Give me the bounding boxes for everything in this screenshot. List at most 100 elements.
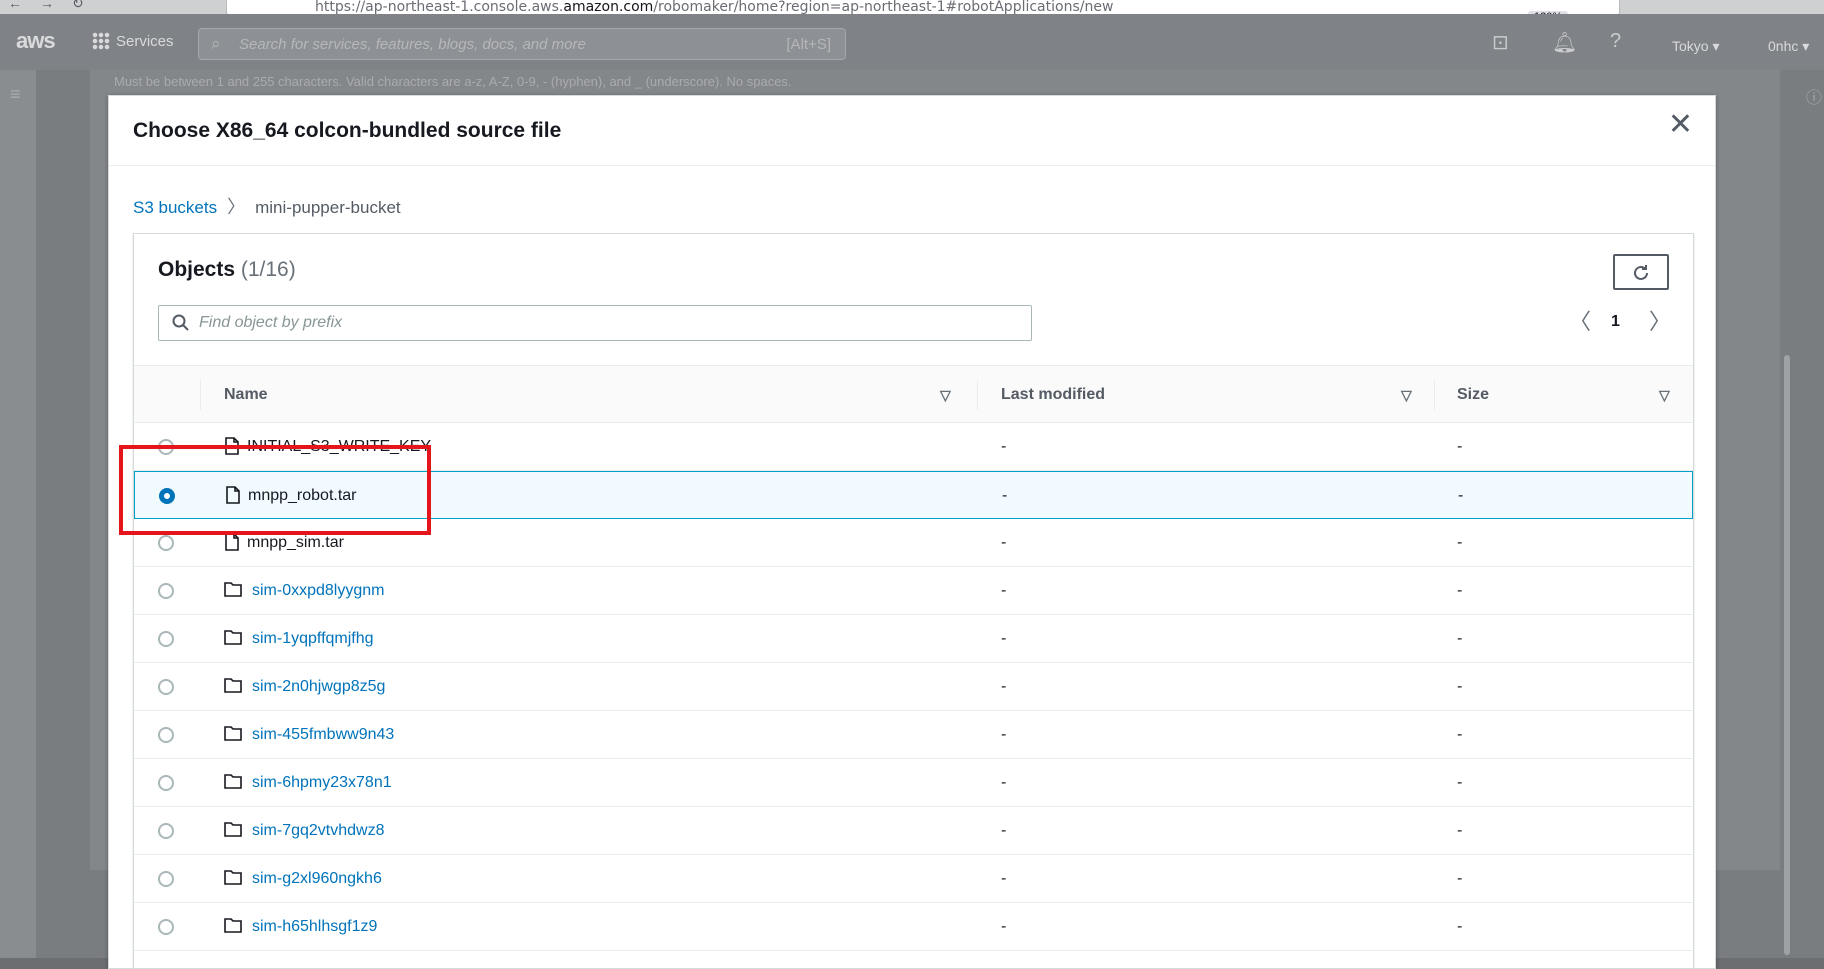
aws-search-bar[interactable]: ⌕ Search for services, features, blogs, …	[198, 28, 846, 60]
column-header-last-modified[interactable]: Last modified ▽	[1001, 366, 1441, 424]
services-menu-button[interactable]: Services	[92, 32, 174, 50]
aws-search-placeholder: Search for services, features, blogs, do…	[239, 36, 586, 53]
table-row[interactable]: sim-6hpmy23x78n1 - -	[134, 759, 1693, 807]
column-divider	[977, 380, 978, 410]
folder-icon	[224, 725, 242, 746]
object-last-modified: -	[1002, 487, 1008, 504]
objects-count: (1/16)	[240, 258, 296, 281]
forward-icon[interactable]: →	[40, 0, 54, 11]
page-scrollbar[interactable]	[1784, 355, 1790, 955]
notifications-bell-icon[interactable]: 🔔︎	[1552, 30, 1577, 55]
row-select-radio[interactable]	[159, 488, 175, 504]
object-size: -	[1457, 534, 1463, 551]
row-select-radio[interactable]	[158, 631, 174, 647]
object-last-modified: -	[1001, 438, 1007, 455]
object-name[interactable]: sim-2n0hjwgp8z5g	[252, 678, 385, 696]
column-divider	[1434, 380, 1435, 410]
back-icon[interactable]: ←	[8, 0, 22, 11]
object-search-field[interactable]	[158, 305, 1032, 341]
table-row[interactable]: INITIAL_S3_WRITE_KEY - -	[134, 423, 1693, 471]
table-row[interactable]: sim-2n0hjwgp8z5g - -	[134, 663, 1693, 711]
row-select-radio[interactable]	[158, 775, 174, 791]
row-select-radio[interactable]	[158, 919, 174, 935]
search-icon: ⌕	[211, 34, 221, 53]
background-hint-text: Must be between 1 and 255 characters. Va…	[114, 74, 792, 89]
row-select-radio[interactable]	[158, 871, 174, 887]
row-select-radio[interactable]	[158, 823, 174, 839]
breadcrumb-current-bucket: mini-pupper-bucket	[255, 198, 401, 217]
column-header-name[interactable]: Name ▽	[224, 366, 964, 424]
object-last-modified: -	[1001, 678, 1007, 695]
table-row[interactable]: mnpp_robot.tar - -	[134, 471, 1693, 519]
column-divider	[200, 380, 201, 410]
side-rail	[0, 70, 36, 969]
table-header: Name ▽ Last modified ▽ Size ▽	[134, 365, 1693, 423]
table-row[interactable]: mnpp_sim.tar - -	[134, 519, 1693, 567]
modal-title: Choose X86_64 colcon-bundled source file	[133, 119, 562, 142]
table-row[interactable]: sim-h65hlhsgf1z9 - -	[134, 903, 1693, 951]
table-row[interactable]: sim-g2xl960ngkh6 - -	[134, 855, 1693, 903]
object-name: INITIAL_S3_WRITE_KEY	[247, 438, 432, 455]
refresh-icon	[1634, 265, 1648, 280]
object-name[interactable]: sim-6hpmy23x78n1	[252, 774, 392, 792]
browser-toolbar: ← → ↻ https://ap-northeast-1.console.aws…	[0, 0, 1824, 23]
row-select-radio[interactable]	[158, 535, 174, 551]
object-last-modified: -	[1001, 918, 1007, 935]
menu-icon[interactable]: ≡	[10, 84, 21, 105]
search-shortcut-hint: [Alt+S]	[786, 36, 831, 53]
info-icon[interactable]: ⓘ	[1806, 84, 1822, 108]
reload-icon[interactable]: ↻	[72, 0, 84, 12]
account-menu[interactable]: 0nhc ▾	[1768, 38, 1809, 55]
object-size: -	[1457, 630, 1463, 647]
object-name[interactable]: sim-h65hlhsgf1z9	[252, 918, 377, 936]
search-icon	[172, 314, 189, 331]
previous-page-icon[interactable]: 〈	[1569, 311, 1591, 333]
object-size: -	[1458, 487, 1464, 504]
row-select-radio[interactable]	[158, 727, 174, 743]
table-row[interactable]: sim-1yqpffqmjfhg - -	[134, 615, 1693, 663]
row-select-radio[interactable]	[158, 583, 174, 599]
object-name: mnpp_sim.tar	[247, 534, 344, 551]
aws-logo[interactable]: aws	[16, 28, 56, 54]
folder-icon	[224, 917, 242, 938]
object-name[interactable]: sim-g2xl960ngkh6	[252, 870, 382, 888]
object-size: -	[1457, 582, 1463, 599]
object-name[interactable]: sim-1yqpffqmjfhg	[252, 630, 374, 648]
region-selector[interactable]: Tokyo ▾	[1672, 38, 1720, 55]
objects-heading: Objects (1/16)	[158, 258, 296, 281]
file-icon	[225, 486, 241, 509]
object-name[interactable]: sim-0xxpd8lyygnm	[252, 582, 384, 600]
row-select-radio[interactable]	[158, 439, 174, 455]
sort-icon[interactable]: ▽	[1401, 366, 1412, 424]
file-icon	[224, 437, 240, 460]
object-name[interactable]: sim-7gq2vtvhdwz8	[252, 822, 385, 840]
cloudshell-icon[interactable]: ⊡	[1492, 30, 1509, 55]
object-name[interactable]: sim-455fmbww9n43	[252, 726, 394, 744]
object-last-modified: -	[1001, 870, 1007, 887]
pagination: 〈 1 〉	[1569, 309, 1671, 337]
folder-icon	[224, 581, 242, 602]
object-size: -	[1457, 774, 1463, 791]
object-last-modified: -	[1001, 774, 1007, 791]
row-select-radio[interactable]	[158, 679, 174, 695]
refresh-button[interactable]	[1613, 254, 1669, 290]
object-name: mnpp_robot.tar	[248, 487, 357, 504]
table-row[interactable]: sim-7gq2vtvhdwz8 - -	[134, 807, 1693, 855]
object-last-modified: -	[1001, 582, 1007, 599]
breadcrumb-s3-buckets[interactable]: S3 buckets	[133, 198, 217, 217]
column-header-size[interactable]: Size ▽	[1457, 366, 1677, 424]
table-row[interactable]: sim-0xxpd8lyygnm - -	[134, 567, 1693, 615]
table-row[interactable]: sim-455fmbww9n43 - -	[134, 711, 1693, 759]
object-size: -	[1457, 870, 1463, 887]
help-icon[interactable]: ?	[1610, 30, 1621, 53]
close-icon[interactable]: ✕	[1668, 110, 1693, 140]
next-page-icon[interactable]: 〉	[1649, 311, 1671, 333]
modal-header: Choose X86_64 colcon-bundled source file…	[109, 96, 1715, 166]
url-text: https://ap-northeast-1.console.aws.amazo…	[315, 0, 1114, 15]
object-prefix-input[interactable]	[199, 309, 1019, 337]
page-number[interactable]: 1	[1611, 313, 1620, 331]
choose-source-file-modal: Choose X86_64 colcon-bundled source file…	[108, 95, 1716, 969]
folder-icon	[224, 677, 242, 698]
sort-icon[interactable]: ▽	[1659, 366, 1670, 424]
sort-icon[interactable]: ▽	[940, 366, 951, 424]
